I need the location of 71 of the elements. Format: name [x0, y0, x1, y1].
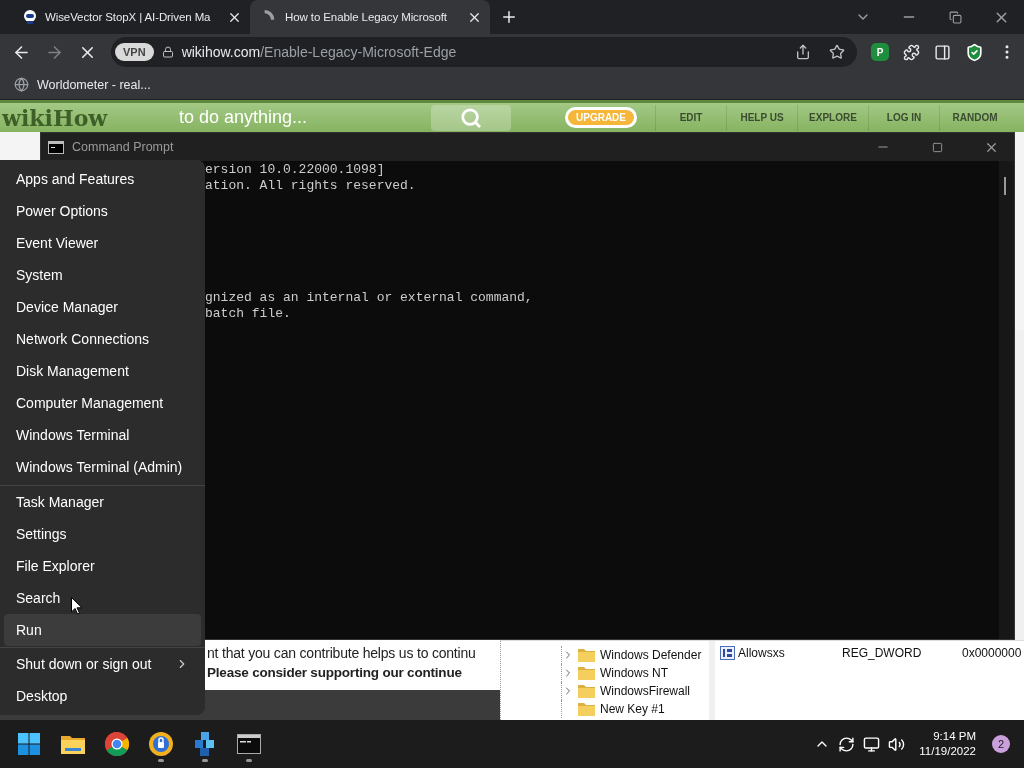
- tree-item[interactable]: Windows NT: [561, 664, 709, 682]
- menu-item[interactable]: Device Manager: [4, 291, 201, 323]
- tree-item[interactable]: WindowsFirewall: [561, 682, 709, 700]
- binary-value-icon: [720, 645, 735, 660]
- window-title: Command Prompt: [72, 140, 175, 154]
- menu-item[interactable]: Search: [4, 581, 201, 614]
- console-line: ation. All rights reserved.: [205, 178, 417, 194]
- sync-icon[interactable]: [838, 735, 856, 753]
- menu-item[interactable]: Shut down or sign out: [4, 648, 201, 680]
- terminal-icon: [237, 734, 261, 754]
- network-icon[interactable]: [863, 735, 881, 753]
- nav-link[interactable]: EDIT: [655, 104, 726, 131]
- search-icon: [460, 106, 482, 129]
- tree-item[interactable]: New Key #1: [561, 700, 709, 718]
- nav-link[interactable]: RANDOM: [939, 104, 1010, 131]
- vpn-badge[interactable]: VPN: [115, 43, 154, 61]
- notice-text: Please consider supporting our continue: [207, 665, 462, 680]
- side-panel-icon[interactable]: [934, 43, 951, 61]
- clock[interactable]: 9:14 PM 11/19/2022: [919, 729, 976, 759]
- nav-link[interactable]: EXPLORE: [797, 104, 868, 131]
- maximize-icon[interactable]: [931, 141, 943, 153]
- folder-icon: [578, 684, 595, 698]
- scrollbar-thumb[interactable]: [1004, 177, 1006, 195]
- menu-item[interactable]: Run: [4, 613, 201, 646]
- volume-icon[interactable]: [888, 735, 906, 753]
- folder-icon: [578, 702, 595, 716]
- shield-check-icon[interactable]: [965, 42, 984, 62]
- console-line: gnized as an internal or external command,: [205, 290, 534, 306]
- lock-icon[interactable]: [161, 46, 174, 58]
- new-tab-icon[interactable]: [500, 8, 518, 26]
- folder-icon: [578, 666, 595, 680]
- globe-icon: [14, 77, 29, 92]
- nav-link[interactable]: HELP US: [726, 104, 797, 131]
- menu-item[interactable]: Network Connections: [4, 323, 201, 355]
- tagline: to do anything...: [179, 107, 309, 128]
- bookmark[interactable]: Worldometer - real...: [14, 77, 151, 92]
- menu-item[interactable]: Power Options: [4, 195, 201, 227]
- notice-text: nt that you can contribute helps us to continu: [207, 645, 476, 661]
- menu-item[interactable]: Apps and Features: [4, 163, 201, 195]
- windows-logo-icon: [18, 733, 40, 755]
- browser-icon: [105, 732, 129, 756]
- console-line: ersion 10.0.22000.1098]: [205, 162, 386, 178]
- menu-item[interactable]: Windows Terminal (Admin): [4, 451, 201, 483]
- menu-item[interactable]: Settings: [4, 517, 201, 550]
- menu-item[interactable]: Task Manager: [4, 485, 201, 518]
- menu-item[interactable]: Disk Management: [4, 355, 201, 387]
- nav-link[interactable]: LOG IN: [868, 104, 939, 131]
- folder-icon: [61, 734, 85, 754]
- terminal-icon: [48, 140, 64, 154]
- menu-item[interactable]: System: [4, 259, 201, 291]
- restore-icon[interactable]: [948, 10, 962, 24]
- menu-item[interactable]: Computer Management: [4, 387, 201, 419]
- mouse-pointer-icon: [71, 597, 83, 615]
- cubes-icon: [194, 732, 216, 756]
- folder-icon: [578, 648, 595, 662]
- notification-badge[interactable]: 2: [992, 735, 1010, 753]
- browser-tab[interactable]: How to Enable Legacy Microsoft: [250, 0, 490, 34]
- robot-icon: [22, 9, 38, 25]
- menu-item[interactable]: File Explorer: [4, 549, 201, 582]
- share-icon[interactable]: [795, 44, 811, 60]
- registry-value-row[interactable]: Allowsxs REG_DWORD 0x0000000: [720, 644, 1024, 661]
- star-icon[interactable]: [829, 44, 845, 60]
- extension-badge[interactable]: P: [871, 43, 889, 61]
- menu-item[interactable]: Desktop: [4, 680, 201, 712]
- menu-item[interactable]: Windows Terminal: [4, 419, 201, 451]
- menu-item[interactable]: Event Viewer: [4, 227, 201, 259]
- url-text[interactable]: wikihow.com/Enable-Legacy-Microsoft-Edge: [181, 44, 787, 60]
- puzzle-icon[interactable]: [903, 43, 920, 61]
- tree-item[interactable]: Windows Defender: [561, 646, 709, 664]
- address-bar[interactable]: VPN wikihow.com/Enable-Legacy-Microsoft-Edge: [111, 37, 857, 67]
- console-line: batch file.: [205, 306, 292, 322]
